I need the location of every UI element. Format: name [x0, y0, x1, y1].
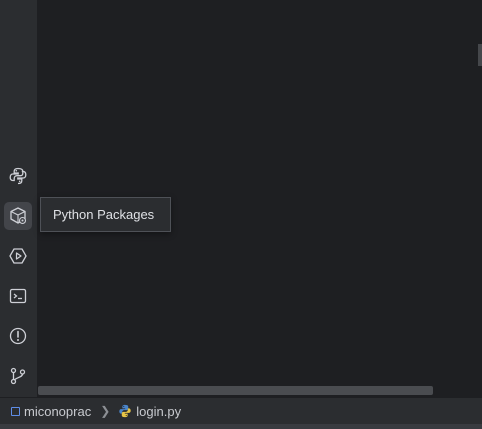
python-console-button[interactable] — [4, 162, 32, 190]
horizontal-scrollbar-thumb[interactable] — [38, 386, 433, 395]
navigation-bar: miconoprac ❯ login.py — [0, 397, 482, 424]
terminal-button[interactable] — [4, 282, 32, 310]
tooltip: Python Packages — [40, 197, 171, 232]
python-packages-button[interactable] — [4, 202, 32, 230]
git-icon — [10, 367, 26, 385]
services-button[interactable] — [4, 242, 32, 270]
git-button[interactable] — [4, 362, 32, 390]
services-icon — [9, 248, 27, 264]
python-packages-icon — [10, 207, 27, 225]
status-bar-edge — [0, 424, 482, 429]
tool-window-bar — [0, 0, 38, 397]
chevron-right-icon: ❯ — [100, 404, 111, 418]
breadcrumb-project[interactable]: miconoprac — [0, 404, 91, 419]
terminal-icon — [9, 288, 27, 304]
tooltip-text: Python Packages — [53, 207, 155, 222]
problems-icon — [9, 327, 27, 345]
breadcrumb-file[interactable]: login.py — [118, 404, 181, 419]
module-icon — [11, 406, 20, 416]
vertical-scrollbar-thumb[interactable] — [478, 44, 482, 66]
breadcrumb-file-label: login.py — [136, 403, 182, 419]
breadcrumb-project-label: miconoprac — [24, 403, 92, 419]
problems-button[interactable] — [4, 322, 32, 350]
python-file-icon — [119, 404, 131, 418]
python-console-icon — [9, 167, 27, 185]
